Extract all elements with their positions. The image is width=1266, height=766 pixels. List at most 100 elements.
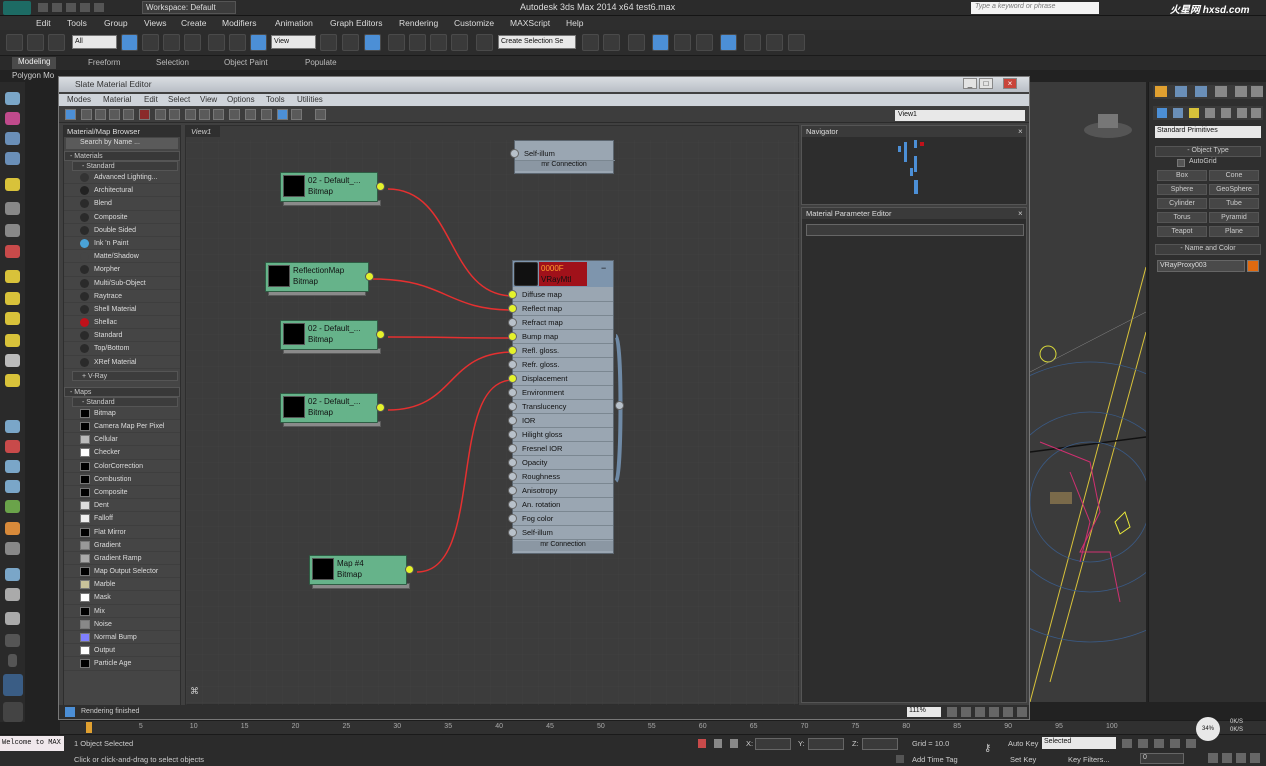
map-item[interactable]: Camera Map Per Pixel (64, 420, 180, 434)
output-socket[interactable] (365, 272, 374, 281)
map-item[interactable]: Cellular (64, 433, 180, 447)
x-coordinate-input[interactable] (755, 738, 791, 750)
cone-icon[interactable] (5, 354, 20, 367)
material-map-browser-icon[interactable] (261, 109, 272, 120)
cylinder-button[interactable]: Cylinder (1157, 198, 1207, 209)
pyramid-button[interactable]: Pyramid (1209, 212, 1259, 223)
globe-icon[interactable] (5, 480, 20, 493)
material-item[interactable]: Multi/Sub-Object (64, 277, 180, 290)
slate-menu-options[interactable]: Options (227, 95, 255, 104)
slot-input-socket[interactable] (508, 430, 517, 439)
material-slot[interactable]: Hilight gloss (508, 428, 613, 442)
menu-maxscript[interactable]: MAXScript (510, 18, 550, 28)
menu-views[interactable]: Views (144, 18, 167, 28)
material-item[interactable]: Shellac (64, 316, 180, 330)
key-filters-button[interactable]: Key Filters... (1068, 755, 1110, 764)
modify-tab-icon[interactable] (1175, 86, 1187, 97)
assign-to-selection-icon[interactable] (109, 109, 120, 120)
key-mode-dropdown[interactable]: Selected (1042, 737, 1116, 749)
pan-icon[interactable] (947, 707, 957, 717)
output-socket[interactable] (376, 330, 385, 339)
layout-all-icon[interactable] (229, 109, 240, 120)
box-icon[interactable] (5, 270, 20, 283)
material-item[interactable]: Blend (64, 197, 180, 211)
mirror-icon[interactable] (582, 34, 599, 51)
space-warp-icon[interactable] (5, 420, 20, 433)
utilities-tab-icon[interactable] (1251, 86, 1263, 97)
time-slider-handle[interactable] (86, 722, 92, 733)
new-icon[interactable] (38, 3, 48, 12)
absolute-mode-icon[interactable] (730, 739, 738, 748)
material-slot[interactable]: Fresnel IOR (508, 442, 613, 456)
create-tab-icon[interactable] (1155, 86, 1167, 97)
slot-input-socket[interactable] (508, 500, 517, 509)
selection-filter-dropdown[interactable]: All (72, 35, 117, 49)
slate-menu-select[interactable]: Select (168, 95, 190, 104)
time-tag-icon[interactable] (896, 755, 904, 763)
motion-tab-icon[interactable] (1215, 86, 1227, 97)
redo-icon[interactable] (94, 3, 104, 12)
material-item[interactable]: Double Sided (64, 224, 180, 237)
current-frame-input[interactable]: 0 (1140, 753, 1184, 764)
minimize-button[interactable]: _ (963, 78, 977, 89)
slate-menu-tools[interactable]: Tools (266, 95, 285, 104)
lights-icon[interactable] (1189, 108, 1199, 118)
snaps-toggle-icon[interactable] (388, 34, 405, 51)
helper-icon[interactable] (5, 224, 20, 237)
map-item[interactable]: Combustion (64, 473, 180, 486)
cone-button[interactable]: Cone (1209, 170, 1259, 181)
reset-map-icon[interactable] (123, 109, 134, 120)
material-slot[interactable]: Fog color (508, 512, 613, 526)
graphite-tools-icon[interactable] (652, 34, 669, 51)
materials-group-header[interactable]: - Materials (64, 151, 180, 161)
map-item[interactable]: Map Output Selector (64, 565, 180, 579)
material-item[interactable]: Composite (64, 211, 180, 224)
object-name-input[interactable]: VRayProxy003 (1157, 260, 1245, 272)
material-slot[interactable]: An. rotation (508, 498, 613, 512)
sun-icon[interactable] (5, 374, 20, 387)
slate-menu-utilities[interactable]: Utilities (297, 95, 323, 104)
slate-menu-view[interactable]: View (200, 95, 217, 104)
delete-selected-icon[interactable] (139, 109, 150, 120)
output-socket[interactable] (376, 403, 385, 412)
teapot-button[interactable]: Teapot (1157, 226, 1207, 237)
previous-frame-icon[interactable] (1138, 739, 1148, 748)
material-editor-icon[interactable] (720, 34, 737, 51)
window-crossing-icon[interactable] (184, 34, 201, 51)
keyboard-shortcut-override-icon[interactable] (364, 34, 381, 51)
zoom-region-icon[interactable] (975, 707, 985, 717)
material-slot[interactable]: Environment (508, 386, 613, 400)
map-item[interactable]: Flat Mirror (64, 526, 180, 539)
select-tool-icon[interactable] (65, 109, 76, 120)
render-setup-icon[interactable] (744, 34, 761, 51)
add-time-tag[interactable]: Add Time Tag (912, 755, 958, 764)
show-background-icon[interactable] (199, 109, 210, 120)
align-icon[interactable] (603, 34, 620, 51)
cloth-icon[interactable] (5, 542, 20, 555)
plane-button[interactable]: Plane (1209, 226, 1259, 237)
viewport-layout-2-icon[interactable] (3, 702, 23, 722)
tab-object-paint[interactable]: Object Paint (224, 58, 268, 67)
material-item[interactable]: XRef Material (64, 356, 180, 369)
slate-menu-edit[interactable]: Edit (144, 95, 158, 104)
tube-button[interactable]: Tube (1209, 198, 1259, 209)
ribbon-subtab-polygon-modeling[interactable]: Polygon Mo (12, 71, 54, 80)
slot-input-socket[interactable] (508, 332, 517, 341)
put-to-scene-icon[interactable] (95, 109, 106, 120)
slot-input-socket[interactable] (508, 514, 517, 523)
zoom-view-icon[interactable] (1208, 753, 1218, 763)
layout-children-icon[interactable] (245, 109, 256, 120)
render-preview-icon[interactable] (315, 109, 326, 120)
material-node-top-partial[interactable]: Self-illum mr Connection (510, 140, 615, 174)
slot-input-socket[interactable] (508, 360, 517, 369)
tab-modeling[interactable]: Modeling (12, 57, 57, 69)
hair-icon[interactable] (5, 522, 20, 535)
map-item[interactable]: ColorCorrection (64, 460, 180, 473)
select-by-name-icon[interactable] (142, 34, 159, 51)
map-item[interactable]: Particle Age (64, 657, 180, 671)
map-item[interactable]: Noise (64, 618, 180, 631)
tab-selection[interactable]: Selection (156, 58, 189, 67)
pick-material-icon[interactable] (81, 109, 92, 120)
material-slot[interactable]: Refr. gloss. (508, 358, 613, 372)
zoom-extents-selected-icon[interactable] (1003, 707, 1013, 717)
